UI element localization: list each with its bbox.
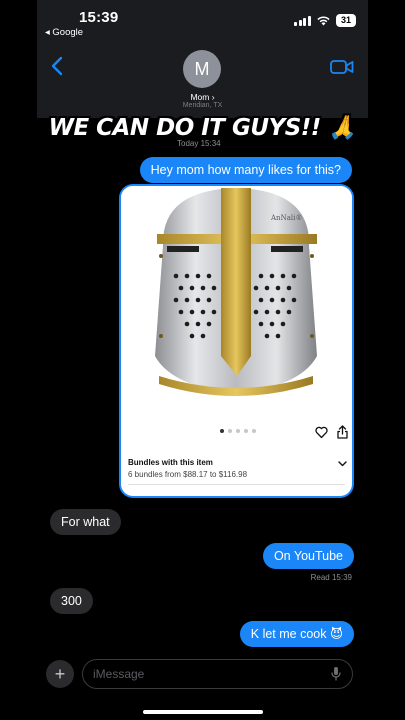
- bundles-price-range: 6 bundles from $88.17 to $116.98: [128, 470, 248, 479]
- contact-avatar[interactable]: M: [183, 50, 221, 88]
- status-time: 15:39: [79, 9, 119, 26]
- card-divider: [128, 484, 345, 485]
- message-bubble-sent[interactable]: Hey mom how many likes for this?: [139, 157, 352, 183]
- contact-name[interactable]: Mom ›: [37, 92, 368, 102]
- chevron-down-icon[interactable]: [338, 459, 347, 468]
- contact-location: Meridian, TX: [182, 102, 223, 109]
- heart-icon[interactable]: [315, 426, 328, 439]
- apps-plus-button[interactable]: +: [46, 660, 74, 688]
- message-bubble-sent[interactable]: K let me cook 😈: [239, 621, 354, 647]
- back-to-app-link[interactable]: ◂ Google: [45, 27, 83, 38]
- message-bubble-sent[interactable]: On YouTube: [262, 543, 354, 569]
- read-receipt: Read 15:39: [310, 573, 352, 582]
- conversation-header: 15:39 ◂ Google 31 M Mom › Meridian, TX: [37, 0, 368, 118]
- image-pager-dots[interactable]: [220, 429, 256, 433]
- pager-dot[interactable]: [220, 429, 224, 433]
- battery-indicator: 31: [335, 14, 356, 27]
- pager-dot[interactable]: [244, 429, 248, 433]
- bundles-title: Bundles with this item: [128, 458, 213, 467]
- microphone-icon[interactable]: [331, 666, 341, 682]
- product-card-body: AnNali® Bundles with this item 6 bundles…: [121, 186, 352, 496]
- home-indicator: [143, 710, 263, 714]
- brand-watermark: AnNali®: [270, 214, 302, 222]
- messages-screen: 15:39 ◂ Google 31 M Mom › Meridian, TX W…: [37, 0, 368, 720]
- product-link-preview[interactable]: AnNali® Bundles with this item 6 bundles…: [119, 184, 354, 498]
- status-indicators: 31: [294, 14, 356, 27]
- message-bubble-received[interactable]: For what: [50, 509, 121, 535]
- signal-icon: [294, 15, 311, 26]
- message-bubble-received[interactable]: 300: [50, 588, 93, 614]
- video-caption-overlay: WE CAN DO IT GUYS!! 🙏: [48, 115, 357, 141]
- imessage-input[interactable]: iMessage: [82, 659, 353, 689]
- pager-dot[interactable]: [228, 429, 232, 433]
- share-icon[interactable]: [337, 425, 348, 439]
- pager-dot[interactable]: [252, 429, 256, 433]
- pager-dot[interactable]: [236, 429, 240, 433]
- video-call-icon[interactable]: [330, 58, 354, 76]
- helmet-product-image[interactable]: AnNali®: [121, 186, 352, 416]
- message-timestamp: Today 15:34: [177, 139, 221, 148]
- wifi-icon: [317, 16, 330, 26]
- back-chevron-icon[interactable]: [47, 55, 69, 77]
